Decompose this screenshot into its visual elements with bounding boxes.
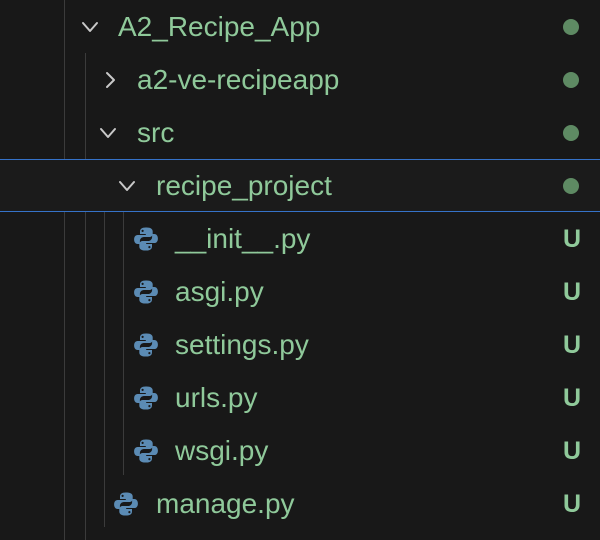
untracked-badge: U — [562, 330, 581, 359]
python-icon — [133, 438, 159, 464]
tree-item-label: asgi.py — [175, 275, 264, 307]
tree-item-init-py[interactable]: __init__.py U — [0, 212, 600, 265]
tree-item-label: recipe_project — [156, 169, 332, 201]
explorer-tree: A2_Recipe_App a2-ve-recipeapp src recipe… — [0, 0, 600, 540]
untracked-badge: U — [562, 436, 581, 465]
python-icon — [133, 332, 159, 358]
tree-item-label: a2-ve-recipeapp — [137, 63, 340, 95]
tree-item-label: A2_Recipe_App — [118, 10, 321, 42]
tree-item-a2-recipe-app[interactable]: A2_Recipe_App — [0, 0, 600, 53]
modified-dot — [563, 71, 579, 88]
python-icon — [133, 279, 159, 305]
tree-item-label: src — [137, 116, 175, 148]
chevron-right-icon[interactable] — [100, 70, 120, 90]
tree-item-settings-py[interactable]: settings.py U — [0, 318, 600, 371]
chevron-down-icon[interactable] — [80, 17, 100, 37]
tree-item-manage-py[interactable]: manage.py U — [0, 477, 600, 530]
tree-item-label: manage.py — [156, 487, 295, 519]
tree-item-label: settings.py — [175, 328, 309, 360]
python-icon — [133, 385, 159, 411]
modified-dot — [563, 18, 579, 35]
tree-item-recipe-project[interactable]: recipe_project — [0, 159, 600, 212]
tree-item-a2-ve-recipeapp[interactable]: a2-ve-recipeapp — [0, 53, 600, 106]
chevron-down-icon[interactable] — [98, 123, 118, 143]
tree-item-wsgi-py[interactable]: wsgi.py U — [0, 424, 600, 477]
untracked-badge: U — [562, 489, 581, 518]
untracked-badge: U — [562, 277, 581, 306]
tree-item-label: __init__.py — [175, 222, 311, 254]
tree-item-label: urls.py — [175, 381, 258, 413]
python-icon — [113, 491, 139, 517]
modified-dot — [563, 177, 579, 194]
tree-item-label: wsgi.py — [175, 434, 269, 466]
tree-item-asgi-py[interactable]: asgi.py U — [0, 265, 600, 318]
untracked-badge: U — [562, 383, 581, 412]
chevron-down-icon[interactable] — [117, 176, 137, 196]
untracked-badge: U — [562, 224, 581, 253]
tree-item-src[interactable]: src — [0, 106, 600, 159]
python-icon — [133, 226, 159, 252]
tree-item-urls-py[interactable]: urls.py U — [0, 371, 600, 424]
modified-dot — [563, 124, 579, 141]
